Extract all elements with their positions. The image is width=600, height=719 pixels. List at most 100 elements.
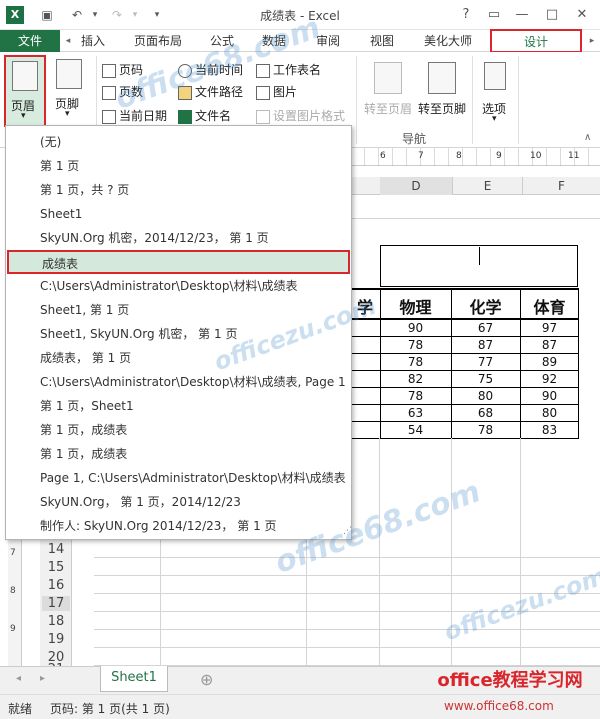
footer-button[interactable]: 页脚 ▾ (50, 55, 92, 127)
table-cell[interactable]: 97 (520, 321, 579, 335)
table-cell[interactable]: 90 (520, 389, 579, 403)
header-button[interactable]: 页眉 ▾ (4, 55, 46, 127)
tab-review[interactable]: 审阅 (308, 30, 348, 52)
table-cell[interactable]: 92 (520, 372, 579, 386)
goto-footer-button[interactable]: 转至页脚 (416, 60, 468, 120)
table-cell[interactable]: 78 (380, 355, 451, 369)
row-number[interactable]: 14 (42, 542, 70, 557)
site-url: www.office68.com (444, 699, 554, 713)
tab-insert[interactable]: 插入 (74, 30, 112, 52)
header-option[interactable]: C:\Users\Administrator\Desktop\材料\成绩表, P… (7, 370, 350, 394)
tab-data[interactable]: 数据 (254, 30, 294, 52)
header-option[interactable]: Sheet1, SkyUN.Org 机密， 第 1 页 (7, 322, 350, 346)
collapse-ribbon-icon[interactable]: ∧ (584, 132, 591, 143)
header-option[interactable]: 第 1 页，成绩表 (7, 418, 350, 442)
current-date-button[interactable]: 当前日期 (102, 107, 167, 124)
page-number-button[interactable]: 页码 (102, 61, 143, 78)
picture-icon (256, 85, 270, 100)
group-divider (472, 56, 473, 144)
tab-view[interactable]: 视图 (362, 30, 402, 52)
table-cell[interactable]: 87 (451, 338, 520, 352)
table-cell[interactable]: 68 (451, 406, 520, 420)
header-option[interactable]: C:\Users\Administrator\Desktop\材料\成绩表 (7, 274, 350, 298)
table-cell[interactable]: 87 (520, 338, 579, 352)
tab-beautify[interactable]: 美化大师 (416, 30, 480, 52)
ruler-label: 7 (10, 548, 16, 558)
table-cell[interactable]: 77 (451, 355, 520, 369)
close-button[interactable]: ✕ (570, 4, 594, 26)
table-cell[interactable]: 75 (451, 372, 520, 386)
header-edit-box[interactable] (380, 245, 578, 287)
scroll-last-sheet-icon[interactable]: ▸ (40, 673, 45, 684)
header-option[interactable]: 制作人: SkyUN.Org 2014/12/23， 第 1 页 (7, 514, 350, 538)
table-cell[interactable]: 67 (451, 321, 520, 335)
table-cell[interactable]: 63 (380, 406, 451, 420)
table-cell[interactable]: 78 (380, 338, 451, 352)
tab-page-layout[interactable]: 页面布局 (126, 30, 190, 52)
header-option[interactable]: 成绩表， 第 1 页 (7, 346, 350, 370)
table-cell[interactable]: 89 (520, 355, 579, 369)
minimize-button[interactable]: — (510, 4, 534, 26)
row-number[interactable]: 19 (42, 632, 70, 647)
table-cell[interactable]: 90 (380, 321, 451, 335)
tab-file[interactable]: 文件 (0, 30, 60, 52)
file-path-button[interactable]: 文件路径 (178, 83, 243, 100)
header-option[interactable]: Sheet1 (7, 202, 350, 226)
header-option[interactable]: SkyUN.Org 机密，2014/12/23， 第 1 页 (7, 226, 350, 250)
ribbon-display-icon[interactable]: ▭ (482, 4, 506, 26)
options-button[interactable]: 选项 ▾ (478, 60, 514, 124)
tab-design[interactable]: 设计 (490, 29, 582, 53)
table-cell[interactable]: 54 (380, 423, 451, 437)
table-cell[interactable]: 80 (520, 406, 579, 420)
resize-grip-icon[interactable]: ⋰ (343, 526, 352, 536)
table-border (350, 353, 579, 354)
page-number-icon (102, 63, 116, 78)
current-time-button[interactable]: 当前时间 (178, 61, 243, 78)
goto-header-label: 转至页眉 (364, 102, 413, 116)
tab-formulas[interactable]: 公式 (202, 30, 242, 52)
add-sheet-icon[interactable]: ⊕ (200, 670, 213, 689)
folder-icon (178, 85, 192, 100)
scroll-right-icon[interactable]: ▸ (586, 30, 598, 52)
row-number[interactable]: 18 (42, 614, 70, 629)
help-button[interactable]: ? (454, 4, 478, 26)
format-picture-button[interactable]: 设置图片格式 (256, 107, 345, 124)
header-option-selected[interactable]: 成绩表 (7, 250, 350, 274)
header-option[interactable]: 第 1 页，成绩表 (7, 442, 350, 466)
group-divider (356, 56, 357, 144)
picture-button[interactable]: 图片 (256, 83, 297, 100)
table-cell[interactable]: 80 (451, 389, 520, 403)
header-option[interactable]: 第 1 页 (7, 154, 350, 178)
row-number[interactable]: 15 (42, 560, 70, 575)
header-option[interactable]: 第 1 页，Sheet1 (7, 394, 350, 418)
header-option[interactable]: Page 1, C:\Users\Administrator\Desktop\材… (7, 466, 350, 490)
page-count-label: 页数 (119, 85, 144, 99)
column-header-d[interactable]: D (380, 177, 452, 195)
column-header-f[interactable]: F (522, 177, 600, 195)
header-option[interactable]: (无) (7, 130, 350, 154)
header-option[interactable]: 第 1 页，共 ? 页 (7, 178, 350, 202)
table-cell[interactable]: 82 (380, 372, 451, 386)
sheet-name-label: 工作表名 (273, 63, 322, 77)
table-cell[interactable]: 78 (451, 423, 520, 437)
column-header-e[interactable]: E (452, 177, 522, 195)
header-option[interactable]: SkyUN.Org， 第 1 页，2014/12/23 (7, 490, 350, 514)
table-border (350, 438, 579, 439)
row-number[interactable]: 16 (42, 578, 70, 593)
sheet-tab-sheet1[interactable]: Sheet1 (100, 666, 168, 692)
restore-button[interactable]: □ (540, 4, 564, 26)
table-border (350, 387, 579, 388)
page-count-button[interactable]: 页数 (102, 83, 143, 100)
row-number[interactable]: 17 (42, 596, 70, 611)
current-time-label: 当前时间 (195, 63, 244, 77)
vertical-ruler: 7 8 9 (8, 540, 22, 666)
sheet-name-button[interactable]: 工作表名 (256, 61, 321, 78)
scroll-left-icon[interactable]: ◂ (62, 30, 74, 52)
scroll-first-sheet-icon[interactable]: ◂ (16, 673, 21, 684)
goto-header-button[interactable]: 转至页眉 (362, 60, 414, 120)
table-cell[interactable]: 83 (520, 423, 579, 437)
header-option[interactable]: Sheet1, 第 1 页 (7, 298, 350, 322)
table-cell[interactable]: 78 (380, 389, 451, 403)
file-name-button[interactable]: 文件名 (178, 107, 231, 124)
ruler-label: 9 (496, 151, 502, 161)
